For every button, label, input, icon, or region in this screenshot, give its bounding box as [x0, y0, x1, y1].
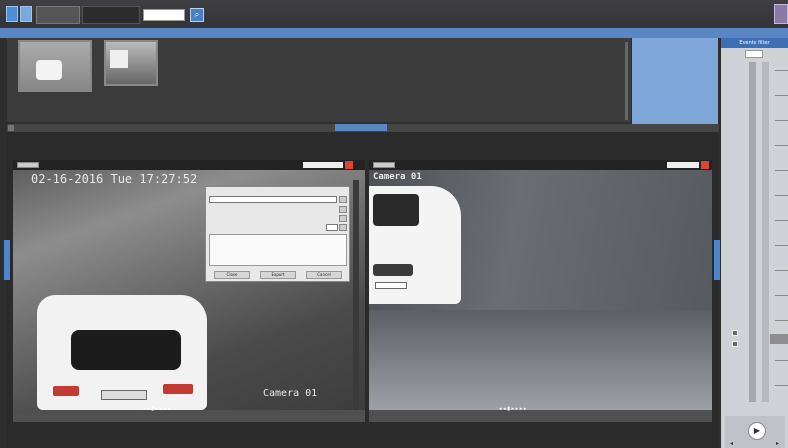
video-1-close-icon[interactable]	[345, 161, 353, 169]
license-plate	[375, 282, 407, 289]
video-2-playback-bar[interactable]	[369, 410, 712, 422]
timeline-header: Events filter	[721, 38, 788, 48]
timeline-tick	[775, 385, 788, 386]
timeline-tick	[775, 120, 788, 121]
video-1-side-scroll[interactable]	[353, 180, 359, 410]
thumbnail-2[interactable]	[104, 40, 158, 86]
car-image	[36, 60, 62, 80]
timeline-marker-down[interactable]	[732, 341, 738, 347]
car-image	[110, 50, 128, 68]
timeline-tick	[775, 170, 788, 171]
thumbnail-2-caption	[104, 87, 164, 93]
video-tile-2[interactable]: Camera 01 ◂ ◂ ▮ ▸ ▸ ▸ ▸	[369, 160, 712, 422]
dialog-cancel-button[interactable]: Cancel	[306, 271, 342, 279]
play-button[interactable]: ▶	[748, 422, 766, 440]
dialog-row-3-button[interactable]	[339, 224, 347, 231]
tab-live[interactable]	[36, 6, 80, 24]
dialog-path-input[interactable]	[209, 196, 337, 203]
car-windshield	[71, 330, 181, 370]
car-windshield	[373, 194, 419, 226]
magnifier-icon[interactable]: ⌕	[190, 8, 204, 22]
timeline-tick	[775, 295, 788, 296]
section-toggle-button[interactable]	[335, 124, 387, 131]
car-taillight-right	[163, 384, 193, 394]
video-1-playback-controls[interactable]: ◂ ◂ ▮ ▸ ▸ ▸ ▸	[143, 406, 223, 412]
timeline-tick	[775, 360, 788, 361]
user-icon[interactable]	[774, 4, 788, 24]
dialog-close-button[interactable]: Close	[214, 271, 250, 279]
tab-archive[interactable]	[82, 6, 140, 24]
app-menu-icon[interactable]	[6, 6, 18, 22]
video-1-tool-buttons[interactable]	[303, 162, 343, 168]
video-1-mode-button[interactable]	[17, 162, 39, 168]
info-strip	[0, 28, 788, 38]
timeline-tick	[775, 70, 788, 71]
left-side-tab[interactable]	[4, 240, 10, 280]
export-dialog: Close Export Cancel	[205, 186, 350, 282]
dialog-row-2	[266, 216, 336, 222]
video-2-toolbar	[369, 160, 712, 170]
thumbnail-1-caption	[18, 93, 92, 99]
dialog-row-3	[266, 225, 324, 231]
video-2-playback-controls[interactable]: ◂ ◂ ▮ ▸ ▸ ▸ ▸	[499, 406, 579, 412]
video-1-timestamp: 02-16-2016 Tue 17:27:52	[31, 172, 198, 186]
video-2-camera-label: Camera 01	[373, 172, 422, 182]
dialog-export-button[interactable]: Export	[260, 271, 296, 279]
timeline-zoom-control[interactable]	[745, 50, 763, 58]
timeline-track-1[interactable]	[749, 62, 756, 402]
timeline-tick	[775, 220, 788, 221]
camera-select[interactable]	[143, 9, 185, 21]
dialog-log-area	[209, 234, 347, 266]
right-info-panel	[632, 38, 718, 124]
timeline-tick	[775, 245, 788, 246]
timeline-tick	[775, 320, 788, 321]
car-grille	[373, 264, 413, 276]
dialog-browse-button[interactable]	[339, 196, 347, 203]
timeline-tick	[775, 195, 788, 196]
timeline-tick	[775, 95, 788, 96]
forward-icon[interactable]: ▸	[776, 440, 782, 447]
dialog-row-1	[266, 207, 336, 213]
video-1-playback-bar[interactable]	[13, 410, 365, 422]
dialog-row-2-button[interactable]	[339, 215, 347, 222]
thumbnail-1[interactable]	[18, 40, 92, 92]
thumbnail-strip	[7, 38, 631, 122]
rewind-icon[interactable]: ◂	[730, 440, 736, 447]
timeline-tick	[775, 145, 788, 146]
wet-road	[369, 310, 712, 410]
dialog-row-1-button[interactable]	[339, 206, 347, 213]
dialog-row-3-input[interactable]	[326, 224, 338, 231]
video-2-close-icon[interactable]	[701, 161, 709, 169]
dialog-title	[209, 189, 309, 194]
timeline-cursor[interactable]	[770, 334, 788, 344]
collapse-icon[interactable]	[8, 125, 14, 131]
video-1-camera-label: Camera 01	[263, 388, 318, 399]
license-plate	[101, 390, 147, 400]
timeline-marker-up[interactable]	[732, 330, 738, 336]
timeline-bottom-label	[725, 406, 785, 414]
thumb-scrollbar[interactable]	[625, 42, 628, 120]
timeline-track-2[interactable]	[762, 62, 769, 402]
car-taillight-left	[53, 386, 79, 396]
layout-icon[interactable]	[20, 6, 32, 22]
right-side-tab[interactable]	[714, 240, 720, 280]
video-2-tool-buttons[interactable]	[667, 162, 699, 168]
video-2-mode-button[interactable]	[373, 162, 395, 168]
timeline-tick	[775, 270, 788, 271]
